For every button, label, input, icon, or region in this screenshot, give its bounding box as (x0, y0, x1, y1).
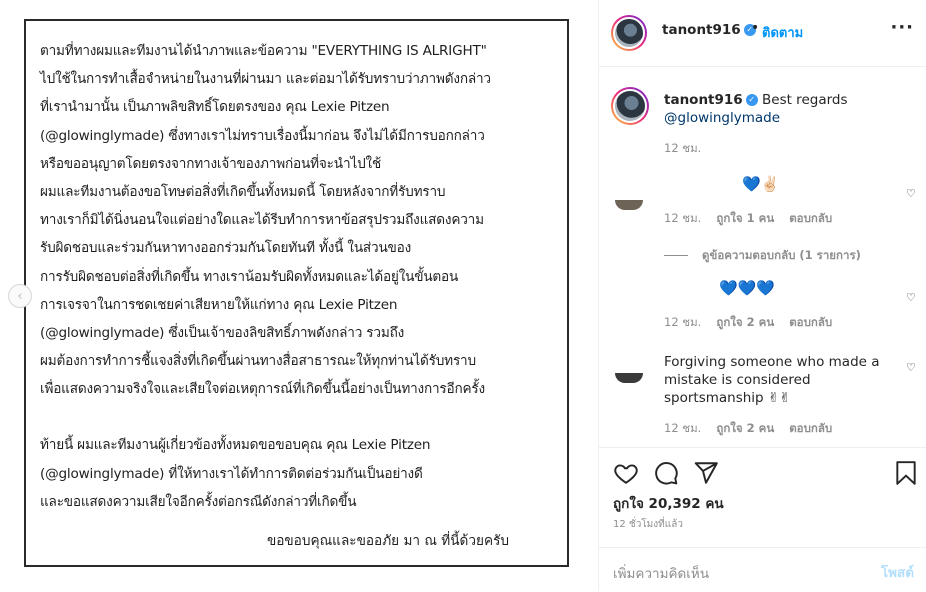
post-actions: ถูกใจ 20,392 คน 12 ชั่วโมงที่แล้ว (599, 447, 926, 548)
chevron-left-icon: ‹ (17, 288, 23, 304)
more-options-icon[interactable]: ··· (890, 17, 914, 38)
comment-likes[interactable]: ถูกใจ 2 คน (716, 315, 774, 329)
avatar[interactable] (611, 87, 649, 125)
avatar[interactable] (615, 373, 643, 383)
like-count[interactable]: ถูกใจ 20,392 คน (613, 492, 724, 514)
view-replies-button[interactable]: ดูข้อความตอบกลับ (1 รายการ) (664, 247, 861, 265)
statement-line: การเจรจาในการชดเชยค่าเสียหายให้แก่ทาง คุ… (40, 296, 398, 313)
comments-list: tanont916 ✓ Best regards @glowinglymade 1… (599, 67, 926, 447)
statement-line: ผมและทีมงานต้องขอโทษต่อสิ่งที่เกิดขึ้นทั… (40, 183, 446, 200)
add-comment-input[interactable]: เพิ่มความคิดเห็น (613, 562, 709, 584)
heart-icon[interactable] (613, 460, 639, 486)
post-media: ตามที่ทางผมและทีมงานได้นำภาพและข้อความ "… (0, 0, 599, 591)
view-replies-label[interactable]: ดูข้อความตอบกลับ (1 รายการ) (702, 248, 861, 262)
caption-mention-link[interactable]: @glowinglymade (664, 110, 780, 126)
caption-username[interactable]: tanont916 (664, 92, 743, 108)
caption-time[interactable]: 12 ชม. (664, 140, 701, 158)
statement-line (40, 403, 560, 431)
statement-line: และขอแสดงความเสียใจอีกครั้งต่อกรณีดังกล่… (40, 493, 357, 510)
like-comment-heart-icon[interactable]: ♡ (906, 291, 918, 304)
statement-line: ท้ายนี้ ผมและทีมงานผู้เกี่ยวข้องทั้งหมดข… (40, 437, 431, 454)
caption-text: tanont916 ✓ Best regards @glowinglymade (664, 91, 904, 127)
statement-image: ตามที่ทางผมและทีมงานได้นำภาพและข้อความ "… (24, 19, 569, 567)
comment-text: Forgiving someone who made a mistake is … (664, 354, 880, 406)
add-comment-bar: เพิ่มความคิดเห็น โพสต์ (599, 547, 926, 592)
post-time-ago[interactable]: 12 ชั่วโมงที่แล้ว (613, 517, 683, 532)
caption-body: Best regards (762, 92, 848, 108)
post-sidebar: tanont916 ✓ • ติดตาม ··· tanont916 ✓ Best … (599, 0, 926, 591)
statement-line: ที่เรานำมานั้น เป็นภาพลิขสิทธิ์โดยตรงของ… (40, 99, 390, 116)
statement-text: ตามที่ทางผมและทีมงานได้นำภาพและข้อความ "… (40, 37, 560, 516)
verified-badge-icon: ✓ (745, 94, 758, 106)
reply-button[interactable]: ตอบกลับ (789, 421, 832, 435)
statement-line: รับผิดชอบและร่วมกันหาทางออกร่วมกันโดยทัน… (40, 240, 412, 257)
avatar[interactable] (611, 15, 647, 51)
avatar[interactable] (615, 200, 643, 210)
statement-line: การรับผิดชอบต่อสิ่งที่เกิดขึ้น ทางเราน้อ… (40, 268, 459, 285)
statement-line: เพื่อแสดงความจริงใจและเสียใจต่อเหตุการณ์… (40, 381, 485, 398)
statement-line: ผมต้องการทำการชี้แจงสิ่งที่เกิดขึ้นผ่านท… (40, 353, 476, 370)
post-header: tanont916 ✓ • ติดตาม ··· (599, 0, 926, 67)
statement-line: (@glowinglymade) ซึ่งเป็นเจ้าของลิขสิทธิ… (40, 324, 405, 341)
username-text[interactable]: tanont916 (662, 22, 741, 38)
follow-button[interactable]: ติดตาม (762, 22, 803, 43)
statement-signature: ขอขอบคุณและขออภัย มา ณ ที่นี้ด้วยครับ (266, 533, 509, 549)
reply-button[interactable]: ตอบกลับ (789, 211, 832, 225)
divider (664, 255, 688, 256)
bookmark-icon[interactable] (893, 460, 919, 486)
reply-button[interactable]: ตอบกลับ (789, 315, 832, 329)
separator-dot: • (751, 20, 760, 36)
comment-time[interactable]: 12 ชม. (664, 211, 701, 225)
comment-time[interactable]: 12 ชม. (664, 315, 701, 329)
header-username[interactable]: tanont916 ✓ (662, 22, 756, 38)
like-comment-heart-icon[interactable]: ♡ (906, 361, 918, 374)
like-comment-heart-icon[interactable]: ♡ (906, 187, 918, 200)
comment-time[interactable]: 12 ชม. (664, 421, 701, 435)
comment-text: 💙💙💙 (719, 279, 776, 297)
comment-text: 💙✌🏻 (742, 175, 780, 193)
comment-meta: 12 ชม. ถูกใจ 2 คน ตอบกลับ (664, 420, 843, 438)
share-icon[interactable] (693, 460, 719, 486)
comment-likes[interactable]: ถูกใจ 2 คน (716, 421, 774, 435)
comment-meta: 12 ชม. ถูกใจ 2 คน ตอบกลับ (664, 314, 843, 332)
comment-meta: 12 ชม. ถูกใจ 1 คน ตอบกลับ (664, 210, 843, 228)
statement-line: หรือขออนุญาตโดยตรงจากทางเจ้าของภาพก่อนที… (40, 155, 381, 172)
previous-slide-button[interactable]: ‹ (8, 284, 32, 308)
statement-line: (@glowinglymade) ที่ให้ทางเราได้ทำการติด… (40, 465, 423, 482)
statement-line: (@glowinglymade) ซึ่งทางเราไม่ทราบเรื่อง… (40, 127, 485, 144)
comment-icon[interactable] (653, 460, 679, 486)
comment-likes[interactable]: ถูกใจ 1 คน (716, 211, 774, 225)
statement-line: ทางเราก็มิได้นิ่งนอนใจแต่อย่างใดและได้รี… (40, 212, 484, 229)
statement-line: ไปใช้ในการทำเสื้อจำหน่ายในงานที่ผ่านมา แ… (40, 71, 491, 88)
statement-line: ตามที่ทางผมและทีมงานได้นำภาพและข้อความ "… (40, 43, 487, 59)
post-comment-button[interactable]: โพสต์ (881, 561, 914, 583)
